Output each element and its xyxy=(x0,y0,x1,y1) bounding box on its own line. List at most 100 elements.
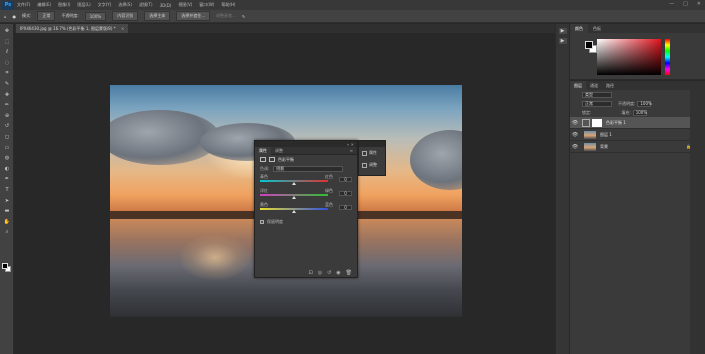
select-subject-button[interactable]: 选择主体 xyxy=(144,11,171,21)
tools-panel: ✥ ⬚ ℓ ◌ ⌗ ✎ ✚ ✏ ⊕ ↺ ◻ ▭ ◍ ◐ ✒ T ➤ ▬ ✋ ⌕ xyxy=(0,24,14,354)
reset-icon[interactable]: ↺ xyxy=(327,270,331,276)
refine-brush-label: 调整画笔... xyxy=(216,13,236,18)
history-brush-icon[interactable]: ↺ xyxy=(3,123,11,129)
menu-filter[interactable]: 滤镜(T) xyxy=(139,2,153,8)
zoom-icon[interactable]: ⌕ xyxy=(3,229,11,235)
mini-adjustments-label: 调整 xyxy=(369,162,377,167)
eye-icon[interactable]: ◉ xyxy=(336,270,340,276)
color-foreground-swatch[interactable] xyxy=(585,41,593,49)
eyedropper-icon[interactable]: ✎ xyxy=(3,81,11,87)
blend-mode-select[interactable]: 正常 xyxy=(582,100,612,107)
menu-help[interactable]: 帮助(H) xyxy=(221,2,235,8)
properties-panel: » ✕ 属性 调整 ≡ 色彩平衡 色调: 阴影 青色 红色 0 洋红 绿色 0 黄色 蓝色 0 … xyxy=(254,140,358,278)
slider-thumb[interactable] xyxy=(292,196,296,199)
slider-value-field[interactable]: 0 xyxy=(339,205,352,210)
menu-type[interactable]: 文字(Y) xyxy=(98,2,112,8)
menu-select[interactable]: 选择(S) xyxy=(118,2,132,8)
layer-list: 👁 色彩平衡 1 👁 图层 1 👁 背景 🔒 xyxy=(570,117,705,153)
brush-icon[interactable]: ✏ xyxy=(3,102,11,108)
color-balance-icon xyxy=(260,157,266,162)
layer-name: 背景 xyxy=(600,143,608,149)
gradient-icon[interactable]: ▭ xyxy=(3,145,11,151)
lock-label: 锁定: xyxy=(582,109,592,115)
layer-mask-thumbnail[interactable] xyxy=(592,118,602,127)
maximize-button[interactable]: □ xyxy=(683,1,688,7)
ps-logo[interactable]: Ps xyxy=(2,0,14,10)
menu-window[interactable]: 窗口(W) xyxy=(199,2,214,8)
menu-view[interactable]: 视图(V) xyxy=(178,2,192,8)
path-select-icon[interactable]: ➤ xyxy=(3,198,11,204)
clip-icon[interactable]: ⊡ xyxy=(308,270,312,276)
type-icon[interactable]: T xyxy=(3,187,11,193)
select-and-mask-button[interactable]: 选择并遮住... xyxy=(176,11,211,21)
eraser-icon[interactable]: ◻ xyxy=(3,134,11,140)
tab-paths[interactable]: 路径 xyxy=(602,83,618,89)
mini-adjustments-button[interactable]: 调整 xyxy=(359,159,385,171)
layer-row[interactable]: 👁 背景 🔒 xyxy=(570,141,705,153)
tab-adjustments[interactable]: 调整 xyxy=(271,148,287,154)
close-tab-icon[interactable]: × xyxy=(121,26,124,31)
fill-field[interactable]: 100% xyxy=(632,109,647,116)
slider-thumb[interactable] xyxy=(292,210,296,213)
layer-filter-row: 类型 xyxy=(570,90,705,99)
healing-icon[interactable]: ✚ xyxy=(3,92,11,98)
layer-row[interactable]: 👁 色彩平衡 1 xyxy=(570,117,705,129)
trash-icon[interactable]: 🗑 xyxy=(346,270,352,276)
menu-file[interactable]: 文件(F) xyxy=(17,2,30,8)
mask-icon[interactable] xyxy=(269,157,275,162)
slider-value-field[interactable]: 0 xyxy=(339,177,352,182)
preserve-luminosity-checkbox[interactable] xyxy=(260,219,264,224)
shape-icon[interactable]: ▬ xyxy=(3,208,11,214)
panel-menu-icon[interactable]: ≡ xyxy=(346,148,357,153)
layer-opacity-field[interactable]: 100% xyxy=(637,100,652,107)
color-picker-field[interactable] xyxy=(597,39,661,75)
eye-icon[interactable]: 👁 xyxy=(570,132,580,138)
mode-select[interactable]: 正常 xyxy=(37,11,56,21)
slider-thumb[interactable] xyxy=(292,182,296,185)
lasso-icon[interactable]: ℓ xyxy=(3,49,11,55)
eye-icon[interactable]: 👁 xyxy=(570,144,580,150)
slider-value-field[interactable]: 0 xyxy=(339,191,352,196)
dodge-icon[interactable]: ◐ xyxy=(3,166,11,172)
layer-row[interactable]: 👁 图层 1 xyxy=(570,129,705,141)
minimize-button[interactable]: — xyxy=(669,1,674,7)
foreground-color-swatch[interactable] xyxy=(2,263,8,269)
tone-select[interactable]: 阴影 xyxy=(273,165,344,172)
tab-layers[interactable]: 图层 xyxy=(570,81,586,90)
tab-properties[interactable]: 属性 xyxy=(255,146,271,155)
layers-panel: 图层 通道 路径 类型 正常 不透明度: 100% 锁定: 填充: 100% 👁… xyxy=(570,81,705,354)
menu-edit[interactable]: 编辑(E) xyxy=(37,2,51,8)
document-tab-bar: IPX46430.jpg @ 16.7% (色彩平衡 1, 图层蒙版/8) * … xyxy=(15,24,555,33)
color-balance-slider-row: 洋红 绿色 0 xyxy=(255,187,357,201)
tab-channels[interactable]: 通道 xyxy=(586,83,602,89)
layers-panel-tabs: 图层 通道 路径 xyxy=(570,81,705,90)
visibility-icon[interactable]: ◎ xyxy=(318,270,322,276)
tab-swatches[interactable]: 色板 xyxy=(588,26,606,32)
menu-image[interactable]: 图像(I) xyxy=(58,2,70,8)
menu-layer[interactable]: 图层(L) xyxy=(77,2,90,8)
brush-settings-icon[interactable]: ✎ xyxy=(242,14,245,19)
hand-icon[interactable]: ✋ xyxy=(3,219,11,225)
move-icon[interactable]: ✥ xyxy=(3,28,11,34)
layer-kind-select[interactable]: 类型 xyxy=(582,91,612,98)
crop-icon[interactable]: ⌗ xyxy=(3,70,11,76)
stamp-icon[interactable]: ⊕ xyxy=(3,113,11,119)
eye-icon[interactable]: 👁 xyxy=(570,120,580,126)
layer-thumbnail xyxy=(584,142,596,151)
expand-panels-icon[interactable]: ▶ xyxy=(558,28,567,34)
menu-3d[interactable]: 3D(D) xyxy=(160,3,172,8)
play-icon[interactable]: ▶ xyxy=(558,38,567,44)
marquee-icon[interactable]: ⬚ xyxy=(3,39,11,45)
document-tab[interactable]: IPX46430.jpg @ 16.7% (色彩平衡 1, 图层蒙版/8) * … xyxy=(16,24,129,33)
blur-icon[interactable]: ◍ xyxy=(3,155,11,161)
hue-slider[interactable] xyxy=(665,39,670,75)
opacity-field[interactable]: 100% xyxy=(84,11,107,21)
close-button[interactable]: ✕ xyxy=(697,1,701,7)
tool-preset-icon[interactable]: ⌂ xyxy=(4,14,7,19)
quick-select-icon[interactable]: ◌ xyxy=(3,60,11,66)
content-aware-button[interactable]: 内容识别 xyxy=(112,11,139,21)
brush-preset-icon[interactable]: ● xyxy=(13,14,17,19)
mini-properties-button[interactable]: 属性 xyxy=(359,147,385,159)
pen-icon[interactable]: ✒ xyxy=(3,176,11,182)
tab-color[interactable]: 颜色 xyxy=(570,24,588,33)
